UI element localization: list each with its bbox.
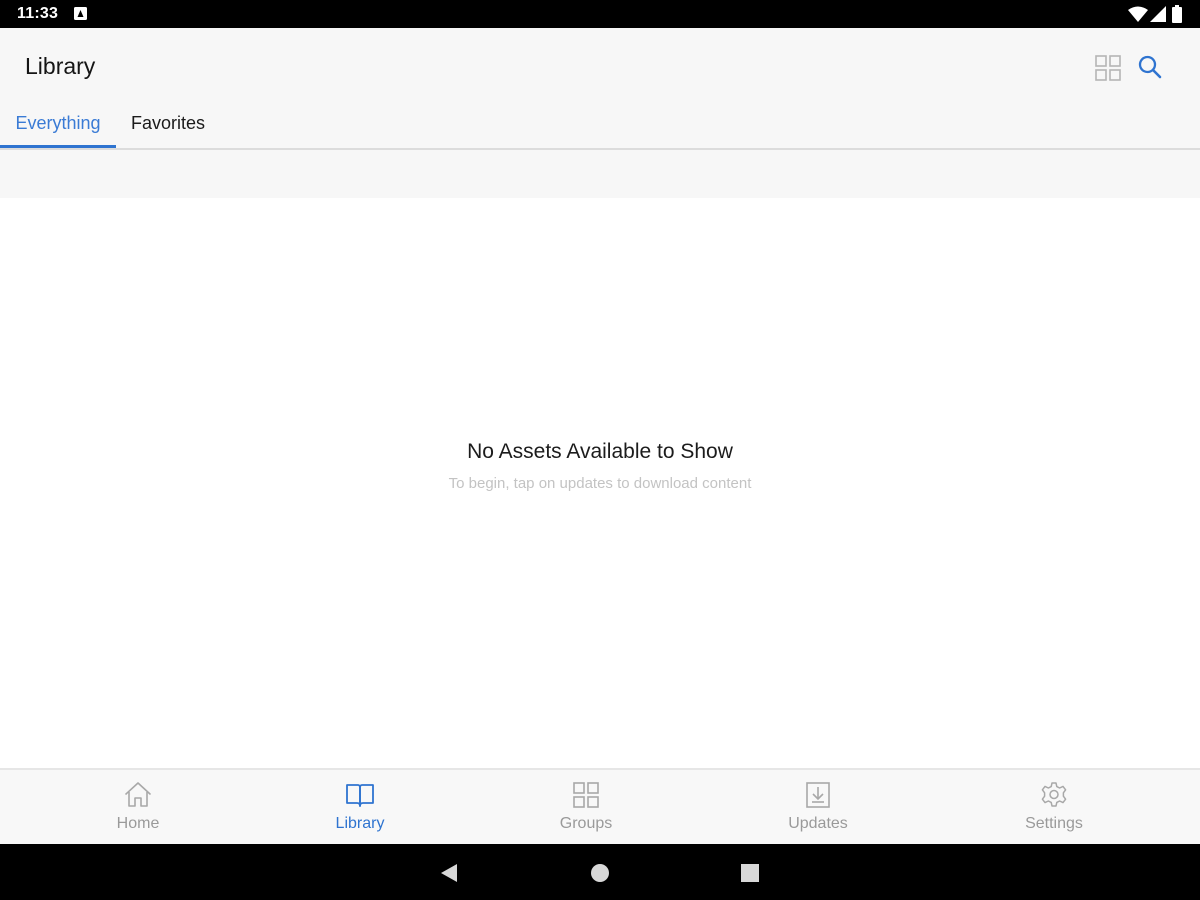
system-navigation-bar xyxy=(0,844,1200,900)
signal-icon xyxy=(1150,6,1166,22)
home-icon xyxy=(125,782,151,807)
library-content: No Assets Available to Show To begin, ta… xyxy=(0,198,1200,768)
battery-icon xyxy=(1172,5,1182,23)
back-icon[interactable] xyxy=(438,862,460,884)
nav-label-home: Home xyxy=(116,815,160,832)
nav-label-settings: Settings xyxy=(1025,815,1083,832)
nav-label-groups: Groups xyxy=(559,815,613,832)
tab-everything[interactable]: Everything xyxy=(0,108,116,148)
gear-icon xyxy=(1041,782,1067,807)
nav-item-library[interactable]: Library xyxy=(290,770,430,844)
empty-state-subtitle: To begin, tap on updates to download con… xyxy=(448,475,752,492)
app-header: Library Everything Favorites xyxy=(0,28,1200,198)
nav-item-home[interactable]: Home xyxy=(68,770,208,844)
tab-favorites[interactable]: Favorites xyxy=(116,108,220,148)
empty-state-title: No Assets Available to Show xyxy=(467,440,733,463)
status-time: 11:33 xyxy=(17,5,59,22)
nav-label-library: Library xyxy=(335,815,385,832)
recents-icon[interactable] xyxy=(739,862,761,884)
status-bar: 11:33 xyxy=(0,0,1200,28)
grid-view-icon[interactable] xyxy=(1094,54,1122,82)
home-circle-icon[interactable] xyxy=(589,862,611,884)
nav-label-updates: Updates xyxy=(788,815,848,832)
page-title: Library xyxy=(25,53,96,79)
wifi-icon xyxy=(1128,6,1148,22)
nav-item-updates[interactable]: Updates xyxy=(748,770,888,844)
nav-item-settings[interactable]: Settings xyxy=(984,770,1124,844)
nav-item-groups[interactable]: Groups xyxy=(516,770,656,844)
notification-icon xyxy=(74,7,87,20)
bottom-navigation: Home Library Groups Updates Settings xyxy=(0,768,1200,844)
groups-grid-icon xyxy=(573,782,599,808)
search-icon[interactable] xyxy=(1136,53,1164,81)
download-icon xyxy=(806,782,830,808)
tab-bar: Everything Favorites xyxy=(0,108,1200,150)
book-icon xyxy=(346,784,374,807)
